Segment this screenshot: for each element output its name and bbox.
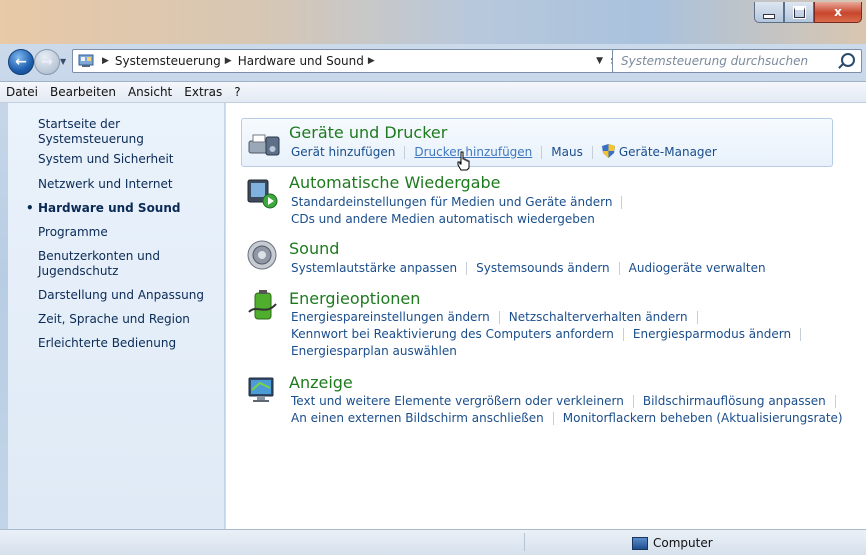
close-icon: x (834, 5, 842, 19)
title-bar[interactable]: x (0, 0, 866, 44)
sidebar-item-zeit-sprache[interactable]: Zeit, Sprache und Region (38, 312, 190, 327)
computer-icon (632, 536, 648, 550)
category-links: Standardeinstellungen für Medien und Ger… (291, 194, 631, 228)
breadcrumb-separator-icon[interactable]: ▶ (102, 56, 109, 66)
sidebar-item-netzwerk-internet[interactable]: Netzwerk und Internet (38, 177, 173, 192)
link-drucker-hinzufuegen[interactable]: Drucker hinzufügen (414, 145, 532, 159)
breadcrumb-systemsteuerung[interactable]: Systemsteuerung (115, 54, 221, 68)
arrow-right-icon: → (41, 54, 53, 70)
minimize-icon (763, 13, 775, 19)
category-title[interactable]: Energieoptionen (289, 289, 420, 308)
link-systemsounds[interactable]: Systemsounds ändern (476, 261, 610, 275)
link-geraete-manager[interactable]: Geräte-Manager (619, 145, 717, 159)
sidebar-item-erleichterte-bedienung[interactable]: Erleichterte Bedienung (38, 336, 176, 351)
breadcrumb-separator-icon[interactable]: ▶ (225, 56, 232, 66)
menu-bearbeiten[interactable]: Bearbeiten (44, 85, 122, 99)
status-divider (524, 533, 525, 551)
address-bar[interactable]: ▶ Systemsteuerung ▶ Hardware und Sound ▶… (72, 49, 608, 73)
link-separator (498, 311, 500, 324)
breadcrumb-hardware-und-sound[interactable]: Hardware und Sound (238, 54, 364, 68)
content-pane: Geräte und Drucker Gerät hinzufügen Druck… (225, 103, 866, 529)
menu-extras[interactable]: Extras (178, 85, 228, 99)
maximize-icon (792, 5, 806, 19)
link-separator (834, 395, 836, 408)
monitor-icon[interactable] (246, 375, 280, 407)
link-separator (466, 262, 468, 275)
battery-icon[interactable] (246, 290, 280, 322)
sidebar-item-system-sicherheit[interactable]: System und Sicherheit (38, 152, 174, 167)
link-separator (622, 328, 624, 341)
devices-printers-icon[interactable] (247, 127, 281, 159)
hand-cursor-icon (457, 151, 470, 171)
link-separator (591, 146, 593, 159)
menu-datei[interactable]: Datei (0, 85, 44, 99)
recent-pages-dropdown[interactable]: ▼ (60, 57, 66, 66)
link-cds-automatisch-wiedergeben[interactable]: CDs und andere Medien automatisch wieder… (291, 212, 595, 226)
link-separator (404, 146, 406, 159)
caption-buttons: x (754, 2, 862, 24)
menu-help[interactable]: ? (228, 85, 246, 99)
link-separator (552, 412, 554, 425)
menu-bar: Datei Bearbeiten Ansicht Extras ? (0, 81, 866, 103)
link-separator (621, 196, 623, 209)
forward-button[interactable]: → (34, 49, 60, 75)
category-links: Systemlautstärke anpassen Systemsounds än… (291, 260, 766, 277)
sidebar-item-benutzerkonten[interactable]: Benutzerkonten und Jugendschutz (38, 249, 208, 279)
sidebar: Startseite der Systemsteuerung System un… (8, 103, 224, 529)
link-text-vergroessern[interactable]: Text und weitere Elemente vergrößern ode… (291, 394, 624, 408)
link-externer-bildschirm[interactable]: An einen externen Bildschirm anschließen (291, 411, 544, 425)
speaker-icon[interactable] (246, 239, 280, 271)
sidebar-item-programme[interactable]: Programme (38, 225, 108, 240)
category-title[interactable]: Automatische Wiedergabe (289, 173, 500, 192)
category-title[interactable]: Anzeige (289, 373, 353, 392)
maximize-button[interactable] (784, 2, 814, 23)
sidebar-item-startseite[interactable]: Startseite der Systemsteuerung (38, 117, 224, 147)
link-energiespareinstellungen[interactable]: Energiespareinstellungen ändern (291, 310, 490, 324)
link-bildschirmaufloesung[interactable]: Bildschirmauflösung anpassen (643, 394, 826, 408)
control-panel-window: x ← → ▼ ▶ Systemsteuerung ▶ Hardware und… (0, 0, 866, 555)
autoplay-icon[interactable] (246, 178, 280, 210)
link-geraet-hinzufuegen[interactable]: Gerät hinzufügen (291, 145, 395, 159)
link-energiesparmodus[interactable]: Energiesparmodus ändern (633, 327, 791, 341)
close-button[interactable]: x (814, 2, 862, 23)
search-placeholder: Systemsteuerung durchsuchen (621, 54, 809, 68)
address-row: ← → ▼ ▶ Systemsteuerung ▶ Hardware und S… (0, 46, 866, 76)
status-bar: Computer (0, 529, 866, 555)
category-title[interactable]: Sound (289, 239, 339, 258)
link-separator (696, 311, 698, 324)
breadcrumb-separator-icon[interactable]: ▶ (368, 56, 375, 66)
link-separator (618, 262, 620, 275)
minimize-button[interactable] (754, 2, 784, 23)
search-box[interactable]: Systemsteuerung durchsuchen (612, 49, 862, 73)
category-links: Energiespareinstellungen ändern Netzschal… (291, 309, 810, 360)
category-links: Text und weitere Elemente vergrößern ode… (291, 393, 845, 427)
link-separator (541, 146, 543, 159)
link-energiesparplan[interactable]: Energiesparplan auswählen (291, 344, 457, 358)
link-separator (632, 395, 634, 408)
link-standardeinstellungen-medien[interactable]: Standardeinstellungen für Medien und Ger… (291, 195, 612, 209)
link-monitorflackern[interactable]: Monitorflackern beheben (Aktualisierungs… (563, 411, 843, 425)
link-netzschalterverhalten[interactable]: Netzschalterverhalten ändern (509, 310, 688, 324)
category-title[interactable]: Geräte und Drucker (289, 123, 447, 142)
category-geraete-drucker: Geräte und Drucker Gerät hinzufügen Druck… (241, 118, 833, 167)
status-location: Computer (632, 536, 713, 550)
link-separator (800, 328, 802, 341)
sidebar-item-darstellung[interactable]: Darstellung und Anpassung (38, 288, 204, 303)
sidebar-item-hardware-sound[interactable]: • Hardware und Sound (26, 201, 181, 216)
link-systemlautstaerke[interactable]: Systemlautstärke anpassen (291, 261, 457, 275)
search-icon[interactable] (841, 53, 855, 67)
shield-icon (601, 144, 615, 158)
sidebar-item-label: Hardware und Sound (38, 201, 181, 215)
link-audiogeraete[interactable]: Audiogeräte verwalten (629, 261, 766, 275)
category-links: Gerät hinzufügen Drucker hinzufügen Maus Ge… (291, 144, 717, 161)
link-kennwort-reaktivierung[interactable]: Kennwort bei Reaktivierung des Computers… (291, 327, 614, 341)
link-maus[interactable]: Maus (551, 145, 583, 159)
arrow-left-icon: ← (15, 54, 27, 70)
back-button[interactable]: ← (8, 49, 34, 75)
control-panel-icon (78, 54, 94, 67)
address-dropdown-icon[interactable]: ▼ (596, 56, 603, 66)
status-location-label: Computer (653, 536, 713, 550)
active-bullet-icon: • (26, 201, 34, 215)
menu-ansicht[interactable]: Ansicht (122, 85, 178, 99)
